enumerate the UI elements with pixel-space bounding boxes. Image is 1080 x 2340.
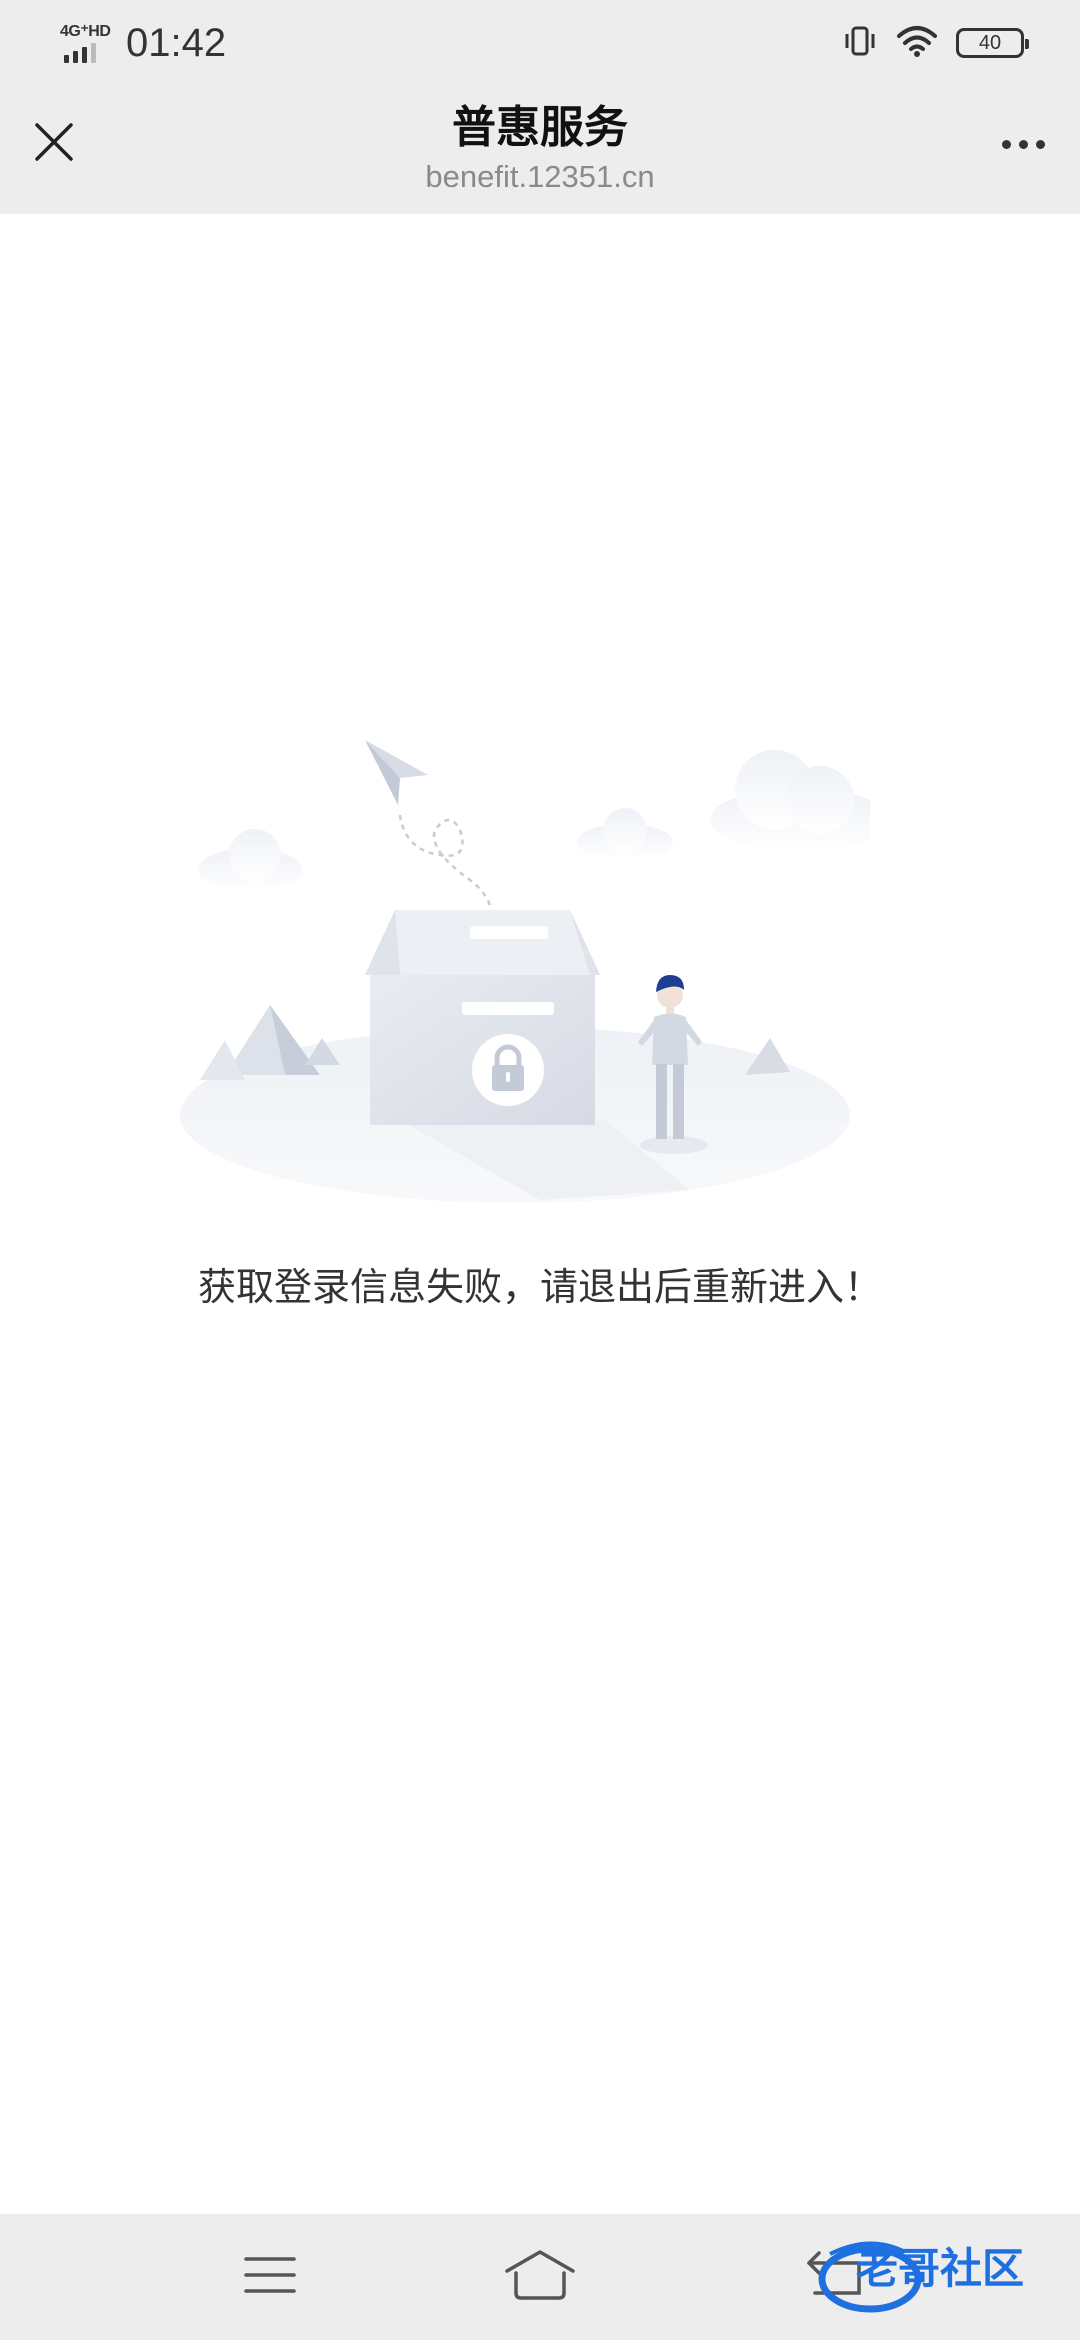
box — [365, 910, 600, 1125]
status-right: 40 — [842, 20, 1029, 66]
page-title: 普惠服务 — [452, 102, 628, 153]
clock: 01:42 — [126, 20, 227, 65]
title-block: 普惠服务 benefit.12351.cn — [240, 100, 840, 198]
home-icon — [504, 2249, 576, 2305]
cloud-middle — [577, 808, 673, 860]
wifi-icon — [896, 24, 938, 62]
more-button[interactable] — [988, 112, 1058, 176]
vibrate-icon — [842, 23, 878, 63]
login-failed-illustration — [170, 720, 890, 1220]
watermark-text: 老哥社区 — [855, 2245, 1024, 2292]
status-left: 4G⁺HD 01:42 — [58, 18, 226, 68]
menu-button[interactable] — [225, 2232, 315, 2322]
watermark-logo: 老哥社区 — [810, 2234, 1070, 2324]
cloud-left — [198, 829, 302, 892]
status-bar: 4G⁺HD 01:42 40 — [0, 0, 1080, 84]
cloud-right — [710, 750, 890, 852]
title-bar: 普惠服务 benefit.12351.cn — [0, 84, 1080, 214]
battery-level: 40 — [978, 31, 1002, 54]
close-button[interactable] — [22, 112, 86, 176]
home-button[interactable] — [495, 2232, 585, 2322]
network-indicator: 4G⁺HD — [58, 21, 116, 65]
error-message: 获取登录信息失败，请退出后重新进入！ — [197, 1265, 882, 1309]
close-icon — [34, 122, 74, 166]
menu-icon — [243, 2253, 297, 2301]
signal-icon — [64, 43, 96, 63]
battery-icon: 40 — [956, 28, 1029, 58]
paper-plane — [365, 740, 494, 916]
more-icon — [1001, 139, 1011, 149]
navigation-bar: 老哥社区 — [0, 2214, 1080, 2340]
network-label: 4G⁺HD — [60, 23, 111, 40]
page-url: benefit.12351.cn — [425, 159, 655, 194]
